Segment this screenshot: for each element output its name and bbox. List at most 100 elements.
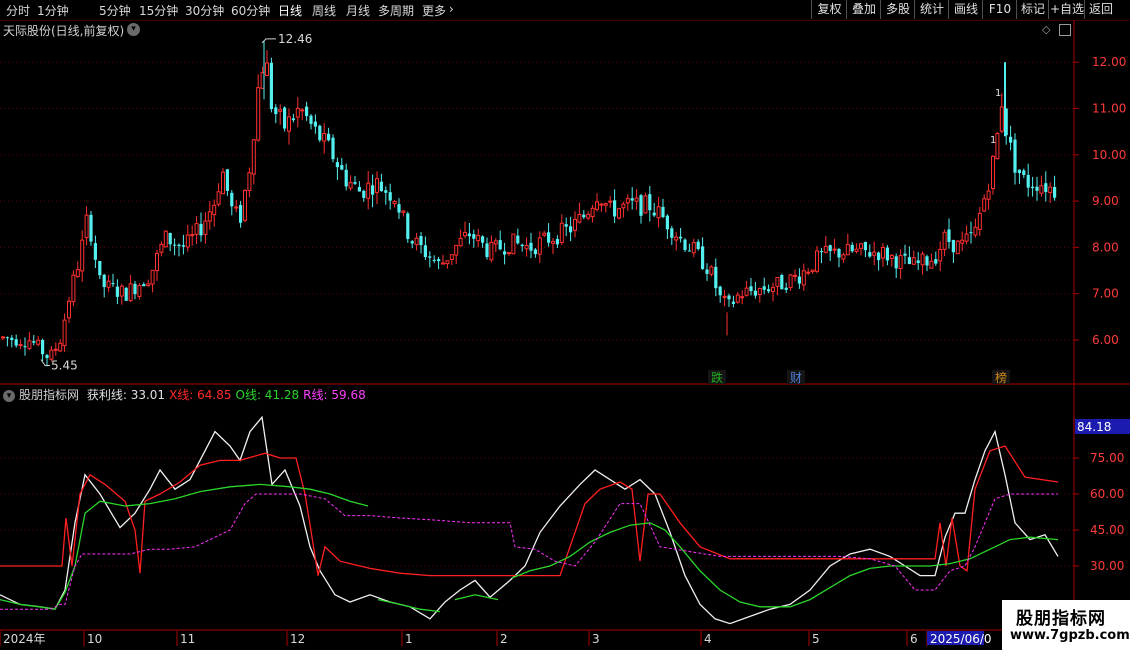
candle-body-down — [868, 252, 872, 257]
o-line — [0, 483, 369, 610]
candle-body-down — [1031, 186, 1035, 189]
candle-body-up — [1048, 186, 1053, 194]
candle-body-down — [639, 195, 643, 216]
candle-body-up — [348, 182, 353, 189]
candle-body-up — [634, 197, 639, 202]
candle-body-up — [991, 155, 995, 189]
candle-body-up — [476, 234, 481, 242]
indicator-tick-label: 75.00 — [1090, 451, 1124, 465]
candle-body-up — [973, 226, 978, 236]
candle-body-up — [832, 248, 837, 251]
x-axis-label: 2025/06/0 — [930, 632, 992, 646]
candle-body-down — [410, 241, 414, 244]
candle-body-up — [964, 233, 969, 242]
candle-body-up — [507, 252, 511, 255]
candle-body-down — [384, 190, 388, 193]
candle-body-up — [542, 232, 547, 236]
candle-body-down — [313, 121, 317, 127]
candle-body-up — [511, 233, 516, 255]
candle-body-down — [520, 244, 524, 247]
candle-body-up — [595, 201, 599, 210]
candle-body-up — [234, 206, 239, 209]
candle-body-up — [911, 257, 916, 265]
candle-body-down — [705, 269, 709, 274]
candle-body-up — [771, 287, 775, 292]
candle-body-up — [1, 336, 5, 339]
candle-body-up — [775, 276, 780, 287]
candle-body-up — [977, 212, 982, 230]
candle-body-up — [58, 342, 63, 352]
candle-body-down — [388, 192, 392, 201]
candle-body-down — [371, 185, 375, 195]
candle-body-up — [80, 239, 85, 272]
candle-body-down — [432, 259, 436, 261]
candle-body-up — [146, 283, 151, 287]
candle-body-up — [793, 274, 797, 277]
candle-body-down — [225, 169, 229, 191]
r-line — [0, 493, 1058, 610]
x-axis-label: 1 — [405, 632, 413, 646]
candle-body-down — [467, 233, 471, 237]
candle-body-up — [603, 203, 608, 206]
indicator-value: O线: 41.28 — [235, 388, 300, 402]
candle-body-down — [98, 261, 102, 276]
indicator-chevron-icon[interactable]: ▾ — [3, 389, 15, 402]
candle-body-up — [216, 191, 221, 205]
candle-body-up — [190, 234, 195, 237]
candle-body-down — [767, 289, 771, 292]
candle-body-down — [318, 125, 322, 141]
candle-body-down — [648, 194, 652, 211]
candle-body-up — [889, 254, 894, 259]
candle-body-up — [128, 283, 133, 302]
candle-body-up — [586, 213, 591, 219]
candle-body-up — [243, 189, 247, 221]
indicator-name[interactable]: 股朋指标网 — [19, 388, 79, 402]
candle-body-down — [142, 284, 146, 287]
candle-body-down — [916, 260, 920, 264]
price-tick-label: 9.00 — [1092, 194, 1119, 208]
event-marker-label: 财 — [790, 371, 802, 385]
price-tick-label: 11.00 — [1092, 102, 1126, 116]
candle-body-down — [503, 251, 507, 255]
candle-body-up — [449, 254, 454, 261]
candle-body-up — [621, 203, 626, 209]
candle-body-down — [23, 346, 27, 348]
x-axis-label: 11 — [180, 632, 195, 646]
price-tick-label: 8.00 — [1092, 240, 1119, 254]
candle-body-down — [903, 253, 907, 256]
candle-body-up — [757, 287, 762, 296]
candle-body-down — [784, 287, 788, 290]
candle-body-up — [194, 223, 199, 235]
candle-body-up — [392, 200, 397, 205]
candle-body-up — [656, 206, 661, 219]
candle-body-up — [366, 182, 371, 199]
x-axis-label: 6 — [910, 632, 918, 646]
current-value-label: 84.18 — [1077, 420, 1111, 434]
candle-body-down — [93, 243, 97, 260]
candle-body-up — [810, 269, 815, 273]
candle-body-down — [168, 232, 172, 245]
candle-body-down — [437, 259, 441, 262]
candle-body-down — [362, 190, 366, 198]
indicator-tick-label: 60.00 — [1090, 487, 1124, 501]
candle-body-up — [986, 190, 991, 200]
kline-chart-canvas[interactable]: 12.00 11.00 10.00 9.00 8.00 7.00 6.00 75.00 60.0… — [0, 0, 1130, 650]
candle-body-down — [630, 198, 634, 201]
candle-body-up — [551, 241, 555, 244]
candle-body-down — [934, 259, 938, 264]
candle-body-up — [740, 296, 745, 299]
low-price-label: 5.45 — [51, 358, 78, 372]
candle-body-down — [1053, 187, 1057, 198]
candle-body-down — [753, 290, 757, 296]
candle-body-up — [322, 132, 327, 142]
candle-body-up — [823, 245, 828, 253]
candle-body-up — [458, 237, 463, 247]
candle-body-up — [62, 319, 67, 347]
candle-body-down — [239, 205, 243, 223]
candle-body-up — [898, 255, 903, 270]
candle-body-up — [441, 262, 445, 265]
candle-body-up — [295, 107, 300, 118]
candle-body-up — [163, 230, 168, 248]
candle-body-up — [106, 280, 111, 288]
candle-body-down — [269, 62, 273, 110]
